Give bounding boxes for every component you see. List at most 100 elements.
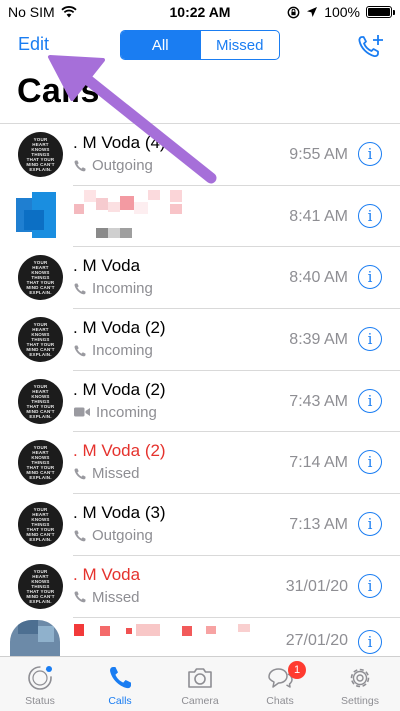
video-icon: [74, 407, 90, 417]
pixel-block: [238, 623, 250, 632]
call-row[interactable]: YOUR HEART KNOWS THINGS THAT YOUR MIND C…: [0, 247, 400, 310]
tab-label: Chats: [266, 695, 294, 707]
call-row[interactable]: YOUR HEART KNOWS THINGS THAT YOUR MIND C…: [0, 556, 400, 618]
info-button[interactable]: i: [358, 450, 382, 475]
call-row[interactable]: 8:41 AM i: [0, 186, 400, 248]
call-type-label: Missed: [92, 465, 140, 483]
info-button[interactable]: i: [358, 142, 382, 166]
phone-icon: [74, 591, 86, 603]
pixel-block: [170, 189, 182, 202]
info-button[interactable]: i: [358, 327, 382, 352]
avatar-quote: YOUR HEART KNOWS THINGS THAT YOUR MIND C…: [26, 507, 55, 543]
call-time: 8:40 AM: [289, 269, 348, 287]
pixel-block: [120, 227, 132, 238]
tab-status[interactable]: Status: [0, 657, 80, 711]
pixel-block: [38, 625, 54, 642]
tab-label: Calls: [108, 695, 132, 707]
battery-icon: [366, 6, 395, 18]
contact-avatar: YOUR HEART KNOWS THINGS THAT YOUR MIND C…: [18, 255, 63, 301]
call-row[interactable]: YOUR HEART KNOWS THINGS THAT YOUR MIND C…: [0, 309, 400, 371]
battery-percent: 100%: [324, 4, 360, 20]
tab-settings[interactable]: Settings: [320, 657, 400, 711]
info-button[interactable]: i: [358, 512, 382, 537]
contact-avatar-pixelated: [10, 187, 64, 244]
unread-badge: 1: [288, 661, 306, 679]
info-button[interactable]: i: [358, 203, 382, 228]
call-contact-name: . M Voda: [73, 564, 141, 584]
status-bar: No SIM 10:22 AM 100%: [0, 0, 400, 24]
call-row[interactable]: YOUR HEART KNOWS THINGS THAT YOUR MIND C…: [0, 494, 400, 556]
contact-avatar: YOUR HEART KNOWS THINGS THAT YOUR MIND C…: [18, 132, 63, 177]
page-title: Calls: [17, 72, 100, 110]
call-row[interactable]: YOUR HEART KNOWS THINGS THAT YOUR MIND C…: [0, 432, 400, 495]
call-type-label: Outgoing: [92, 157, 153, 174]
phone-icon: [74, 468, 86, 480]
tab-camera[interactable]: Camera: [160, 657, 240, 711]
tab-chats[interactable]: 1 Chats: [240, 657, 320, 711]
pixel-block: [108, 227, 120, 238]
info-button[interactable]: i: [358, 629, 382, 654]
avatar-quote: YOUR HEART KNOWS THINGS THAT YOUR MIND C…: [26, 383, 55, 419]
pixel-block: [120, 195, 134, 210]
contact-avatar: YOUR HEART KNOWS THINGS THAT YOUR MIND C…: [18, 440, 63, 486]
battery-fill: [368, 8, 390, 16]
call-time: 8:39 AM: [289, 331, 348, 349]
call-type-label: Incoming: [92, 342, 153, 360]
pixel-block: [24, 209, 44, 230]
tab-calls[interactable]: Calls: [80, 657, 160, 711]
call-contact-name: . M Voda (2): [73, 379, 166, 399]
avatar-quote: YOUR HEART KNOWS THINGS THAT YOUR MIND C…: [26, 260, 55, 296]
calls-list: YOUR HEART KNOWS THINGS THAT YOUR MIND C…: [0, 124, 400, 656]
call-time: 7:14 AM: [289, 454, 348, 472]
segment-missed[interactable]: Missed: [199, 31, 280, 59]
edit-button[interactable]: Edit: [18, 34, 49, 55]
call-type-label: Missed: [92, 588, 140, 606]
pixel-block: [170, 203, 182, 214]
info-button[interactable]: i: [358, 388, 382, 413]
call-contact-name: . M Voda (2): [73, 318, 166, 338]
pixel-block: [100, 625, 110, 636]
phone-icon: [74, 283, 86, 295]
call-time: 7:13 AM: [289, 516, 348, 534]
call-contact-name: . M Voda (2): [73, 441, 166, 461]
location-icon: [307, 7, 318, 17]
navigation-bar: Edit All Missed: [0, 24, 400, 68]
call-time: 8:41 AM: [289, 207, 348, 225]
pixel-block: [74, 623, 84, 636]
camera-icon: [188, 668, 212, 688]
pixel-block: [96, 197, 108, 210]
pixel-block: [96, 227, 108, 238]
pixel-block: [148, 189, 160, 200]
phone-icon: [74, 530, 86, 541]
call-type-label: Incoming: [96, 403, 157, 421]
call-row[interactable]: YOUR HEART KNOWS THINGS THAT YOUR MIND C…: [0, 371, 400, 433]
call-row[interactable]: YOUR HEART KNOWS THINGS THAT YOUR MIND C…: [0, 124, 400, 186]
new-call-icon[interactable]: [356, 32, 386, 60]
pixel-block: [74, 203, 84, 214]
info-button[interactable]: i: [358, 573, 382, 598]
avatar-quote: YOUR HEART KNOWS THINGS THAT YOUR MIND C…: [26, 322, 55, 358]
phone-icon: [74, 345, 86, 356]
contact-avatar-pixelated: [10, 619, 60, 656]
tab-label: Settings: [341, 695, 379, 707]
pixel-block: [206, 625, 216, 634]
call-contact-name: . M Voda (3): [73, 503, 166, 523]
pixel-block: [182, 625, 192, 636]
phone-icon: [74, 160, 86, 171]
call-row[interactable]: 27/01/20 i: [0, 618, 400, 656]
call-type-label: Incoming: [92, 280, 153, 298]
contact-avatar: YOUR HEART KNOWS THINGS THAT YOUR MIND C…: [18, 563, 63, 609]
call-time: 31/01/20: [285, 577, 348, 595]
tab-label: Camera: [181, 695, 219, 707]
call-time: 7:43 AM: [289, 392, 348, 410]
call-type-label: Outgoing: [92, 527, 153, 545]
call-time: 27/01/20: [285, 631, 348, 649]
pixel-block: [136, 623, 160, 636]
info-button[interactable]: i: [358, 265, 382, 290]
call-time: 9:55 AM: [289, 146, 348, 163]
pixel-block: [84, 189, 96, 202]
calls-filter-segmented-control: All Missed: [120, 30, 280, 60]
gear-icon: [350, 668, 370, 688]
segment-all[interactable]: All: [121, 31, 200, 59]
avatar-quote: YOUR HEART KNOWS THINGS THAT YOUR MIND C…: [26, 568, 55, 604]
